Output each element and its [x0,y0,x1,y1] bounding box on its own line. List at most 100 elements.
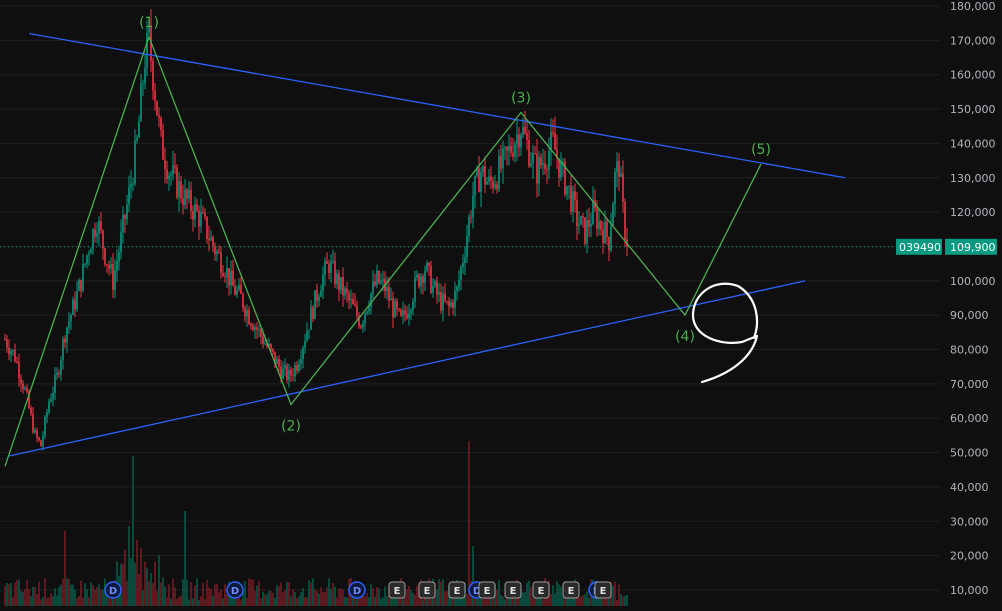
volume-bar [138,574,140,606]
trend-lines[interactable] [8,32,846,457]
candle-body [246,310,248,317]
candle-body [24,387,26,390]
candle-body [314,290,316,319]
candle-body [510,146,512,153]
candle-body [436,281,438,295]
candle-body [536,153,538,184]
candle-body [72,299,74,315]
candle-body [558,158,560,178]
volume-bar [384,586,386,606]
candle-body [112,263,114,290]
candle-body [624,201,626,240]
earnings-marker-label: E [394,586,401,597]
candle-body [214,245,216,255]
volume-bar [142,590,144,606]
candle-body [318,296,320,301]
candle-body [380,280,382,283]
candle-body [292,375,294,377]
volume-bar [130,557,132,606]
earnings-marker-label: E [484,586,491,597]
volume-bar [174,587,176,606]
volume-bar [622,596,624,606]
volume-bar [132,456,134,606]
candle-body [116,261,118,271]
candle-body [124,214,126,219]
candle-body [192,210,194,220]
candle-body [530,163,532,166]
volume-bar [586,591,588,606]
volume-bar [550,594,552,606]
candle-body [272,348,274,352]
volume-bar [552,585,554,606]
y-tick-label: 60,000 [950,412,989,425]
candle-body [252,326,254,331]
candle-body [182,198,184,206]
volume-bar [324,592,326,606]
candle-body [234,286,236,295]
candle-body [178,181,180,198]
volume-bar [256,585,258,606]
volume-bar [140,547,142,606]
candle-body [76,290,78,310]
volume-bar [86,589,88,606]
volume-bar [156,591,158,606]
volume-bar [176,598,178,606]
candle-body [582,216,584,218]
wave-label: (3) [511,90,531,106]
volume-bar [336,597,338,606]
candle-body [118,252,120,262]
volume-bar [308,580,310,606]
volume-bar [72,584,74,606]
volume-bar [378,588,380,606]
volume-bar [498,579,500,606]
chart-area[interactable]: (1)(2)(3)(4)(5) DDDEEEDEEEEDE 180,000170… [0,0,1002,611]
candle-body [456,286,458,291]
volume-bar [60,584,62,606]
volume-bar [42,596,44,606]
candles [4,9,628,451]
candle-body [30,407,32,414]
volume-bar [386,596,388,606]
volume-bar [192,598,194,606]
candle-body [478,168,480,193]
candle-body [160,117,162,130]
y-tick-label: 170,000 [950,34,996,47]
volume-bar [368,597,370,606]
volume-bar [344,596,346,606]
candle-body [254,327,256,331]
candle-body [600,221,602,230]
candle-body [74,299,76,310]
volume-bar [160,582,162,606]
volume-bar [126,580,128,606]
candle-body [22,383,24,390]
candle-body [426,263,428,271]
candle-body [238,285,240,290]
candle-body [514,144,516,157]
volume-bar [504,599,506,606]
candle-body [344,288,346,296]
candle-body [226,268,228,278]
candle-body [360,326,362,328]
volume-bar [200,596,202,606]
candle-body [316,290,318,301]
candle-body [572,191,574,212]
candle-body [188,189,190,199]
candle-body [66,327,68,343]
volume-bar [412,593,414,606]
volume-bar [374,596,376,606]
volume-bar [220,589,222,606]
price-chart[interactable]: (1)(2)(3)(4)(5) DDDEEEDEEEEDE 180,000170… [0,0,1002,611]
volume-bar [306,597,308,606]
candle-body [414,277,416,302]
candle-body [94,229,96,237]
volume-bar [322,591,324,606]
candle-body [370,293,372,308]
volume-bar [98,584,100,606]
wave-lines[interactable] [4,35,762,467]
volume-bar [416,586,418,606]
candle-body [438,291,440,295]
candle-body [16,361,18,363]
candle-body [440,291,442,311]
volume-bar [216,583,218,606]
volume-bar [162,577,164,606]
